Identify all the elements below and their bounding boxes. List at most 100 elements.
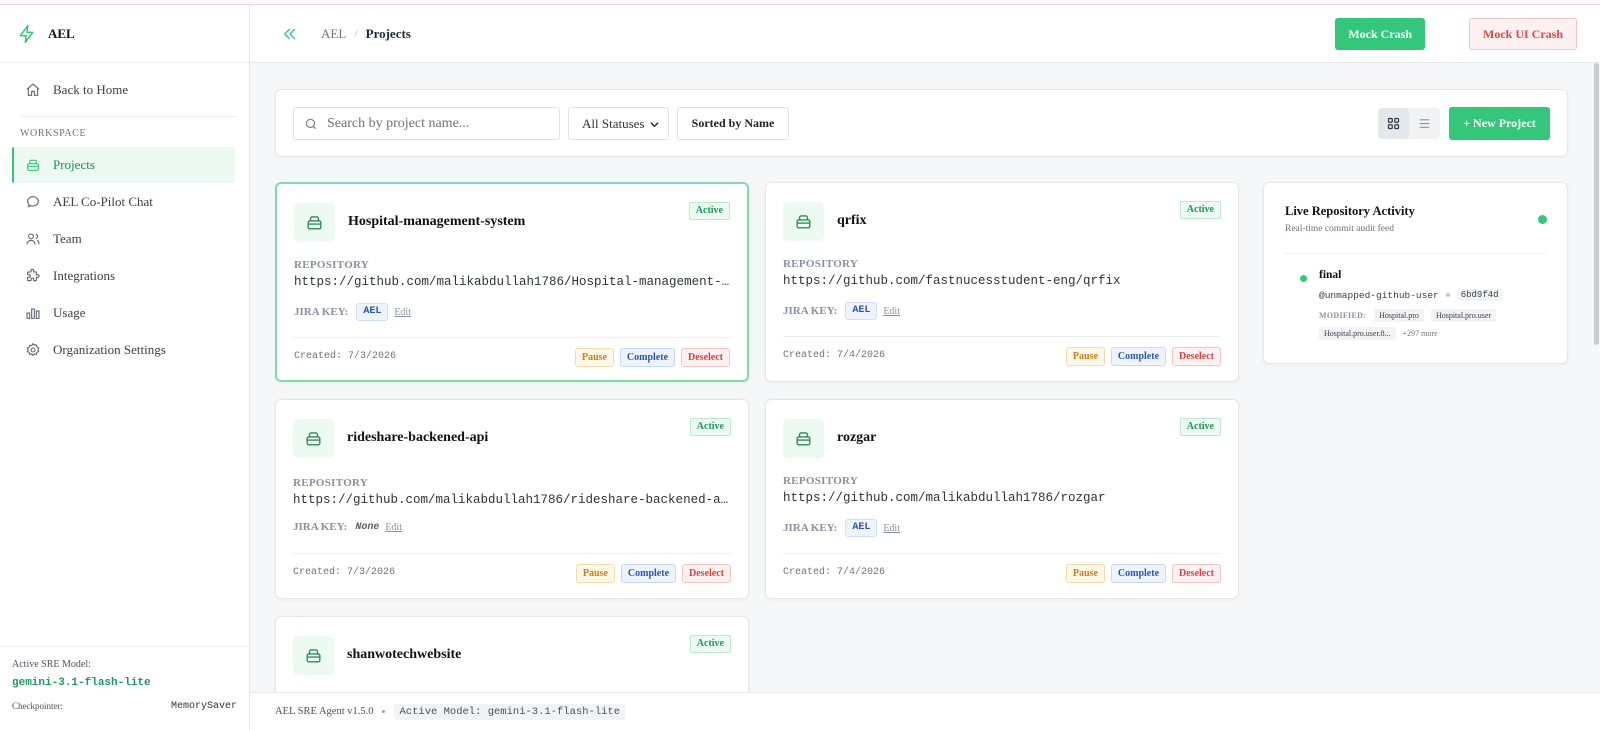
project-box-icon [783,202,824,241]
grid-view-icon[interactable] [1378,108,1409,139]
repository-label: REPOSITORY [783,258,859,270]
brand-name: AEL [48,25,75,41]
jira-key-label: JIRA KEY: [783,522,838,534]
activity-divider [1285,253,1546,254]
jira-key-label: JIRA KEY: [294,306,349,318]
modified-file-chip: Hospital.pro.user.8... [1319,327,1396,340]
sidebar-item-integrations[interactable]: Integrations [12,258,235,294]
project-name: rozgar [837,430,877,445]
new-project-button[interactable]: + New Project [1449,107,1550,140]
deselect-button[interactable]: Deselect [681,348,730,367]
complete-button[interactable]: Complete [1110,564,1167,583]
repository-url[interactable]: https://github.com/malikabdullah1786/rid… [293,493,730,507]
search-input[interactable] [327,115,547,132]
list-view-icon[interactable] [1409,108,1440,139]
sidebar-item-team[interactable]: Team [12,221,235,257]
edit-jira-key-link[interactable]: Edit [385,522,402,533]
agent-version: AEL SRE Agent v1.5.0 [275,706,374,717]
sidebar-item-organization-settings[interactable]: Organization Settings [12,332,235,368]
jira-key-row: JIRA KEY: None Edit [293,521,402,533]
sort-button[interactable]: Sorted by Name [677,107,789,140]
search-box[interactable] [293,107,560,140]
card-actions: Pause Complete Deselect [1065,347,1221,366]
created-date: Created: 7/3/2026 [293,567,396,578]
sidebar-item-usage[interactable]: Usage [12,295,235,331]
status-badge: Active [689,418,731,436]
pause-button[interactable]: Pause [1065,347,1105,366]
modified-file-chip: Hospital.pro.user [1430,309,1497,322]
home-icon [25,82,41,98]
jira-key-label: JIRA KEY: [783,305,838,317]
deselect-button[interactable]: Deselect [1172,564,1221,583]
pause-button[interactable]: Pause [574,348,614,367]
project-box-icon [293,636,334,675]
jira-key-badge: AEL [845,302,878,320]
back-to-home-label: Back to Home [53,82,129,97]
view-mode-toggle [1378,108,1440,139]
repository-url[interactable]: https://github.com/malikabdullah1786/Hos… [294,275,731,289]
workspace-section-label: WORKSPACE [20,128,87,139]
mock-crash-button[interactable]: Mock Crash [1335,18,1425,50]
repository-url[interactable]: https://github.com/fastnucesstudent-eng/… [783,274,1220,288]
puzzle-icon [25,268,41,284]
complete-button[interactable]: Complete [620,564,677,583]
repository-url[interactable]: https://github.com/malikabdullah1786/roz… [783,491,1220,505]
jira-key-none: None [355,521,380,533]
chevron-down-icon [649,119,660,130]
project-name: shanwotechwebsite [347,647,462,662]
active-sre-model-label: Active SRE Model: [12,659,91,670]
more-files-count[interactable]: +297 more [1403,329,1438,338]
breadcrumb-separator: / [354,26,358,40]
meta-separator-dot [1445,293,1450,297]
deselect-button[interactable]: Deselect [682,564,731,583]
jira-key-label: JIRA KEY: [293,521,348,533]
commit-hash[interactable]: 6bd9f4d [1456,289,1503,301]
sidebar: AEL Back to Home WORKSPACE Projects AEL … [0,5,250,730]
card-divider [293,553,731,554]
project-card[interactable]: Hospital-management-system Active REPOSI… [275,182,749,382]
edit-jira-key-link[interactable]: Edit [883,523,900,534]
deselect-button[interactable]: Deselect [1172,347,1221,366]
repository-label: REPOSITORY [783,475,859,487]
collapse-sidebar-icon[interactable] [281,25,299,43]
card-divider [294,337,730,338]
edit-jira-key-link[interactable]: Edit [394,307,411,318]
sidebar-footer: Active SRE Model: gemini-3.1-flash-lite … [0,646,249,730]
activity-title: Live Repository Activity [1285,204,1415,218]
sidebar-item-copilot-chat[interactable]: AEL Co-Pilot Chat [12,184,235,220]
project-card[interactable]: qrfix Active REPOSITORY https://github.c… [765,182,1239,382]
live-indicator-dot [1538,215,1547,224]
brand[interactable]: AEL [0,5,249,63]
complete-button[interactable]: Complete [619,348,676,367]
project-card[interactable]: rozgar Active REPOSITORY https://github.… [765,399,1239,599]
back-to-home-link[interactable]: Back to Home [0,71,249,109]
project-card[interactable]: rideshare-backened-api Active REPOSITORY… [275,399,749,599]
jira-key-row: JIRA KEY: AEL Edit [783,302,900,320]
pause-button[interactable]: Pause [575,564,615,583]
commit-dot [1300,275,1307,282]
pause-button[interactable]: Pause [1065,564,1105,583]
modified-label: MODIFIED: [1319,311,1367,320]
sidebar-item-projects[interactable]: Projects [12,147,235,183]
complete-button[interactable]: Complete [1110,347,1167,366]
created-date: Created: 7/4/2026 [783,350,886,361]
repository-label: REPOSITORY [294,259,370,271]
lock-box-icon [25,157,41,173]
users-icon [25,231,41,247]
commit-message: final [1319,269,1342,281]
status-filter-select[interactable]: All Statuses [568,107,669,140]
modified-file-chip: Hospital.pro [1374,309,1424,322]
status-badge: Active [689,635,731,653]
repository-label: REPOSITORY [293,477,369,489]
edit-jira-key-link[interactable]: Edit [883,306,900,317]
jira-key-badge: AEL [356,303,389,321]
mock-ui-crash-button[interactable]: Mock UI Crash [1469,18,1577,50]
card-actions: Pause Complete Deselect [1065,564,1221,583]
active-model-chip: Active Model: gemini-3.1-flash-lite [394,703,626,720]
breadcrumb-root[interactable]: AEL [321,26,346,42]
scrollbar-thumb[interactable] [1594,63,1599,345]
project-name: Hospital-management-system [348,214,526,229]
jira-key-badge: AEL [845,519,878,537]
lightning-logo-icon [17,24,37,44]
gear-icon [25,342,41,358]
